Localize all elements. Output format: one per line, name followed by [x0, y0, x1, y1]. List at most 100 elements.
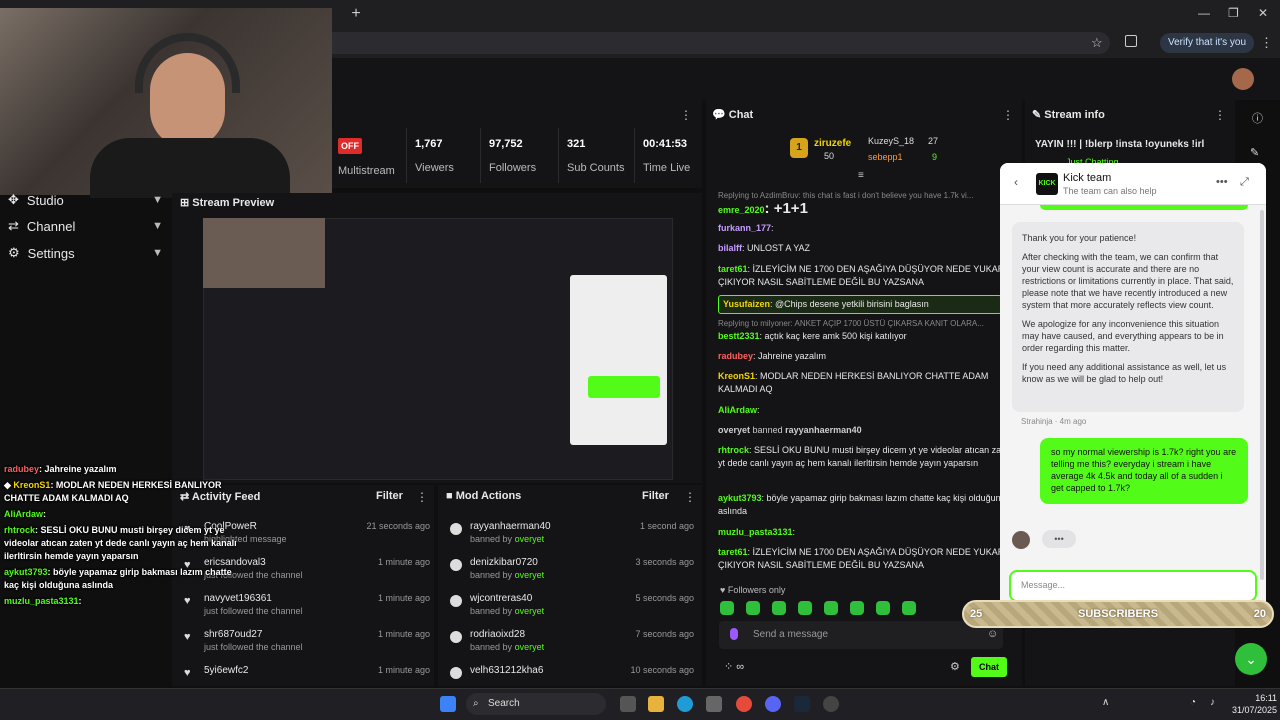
chrome-icon[interactable]	[736, 696, 752, 712]
edit-icon[interactable]: ✎	[1250, 146, 1259, 159]
moderator-name: overyet	[514, 570, 545, 580]
emote-icon[interactable]	[824, 601, 838, 615]
nav-channel[interactable]: ⇄ Channel ▼	[8, 215, 163, 237]
wifi-icon[interactable]: ◔	[1190, 697, 1196, 708]
mic-icon[interactable]	[730, 628, 738, 640]
maximize-icon[interactable]: ❐	[1228, 6, 1239, 20]
emote-icon[interactable]	[772, 601, 786, 615]
chat-user[interactable]: radubey	[718, 351, 753, 361]
chat-message[interactable]: radubey: Jahreine yazalım	[718, 350, 1018, 363]
widget-more-icon[interactable]: •••	[1216, 176, 1228, 188]
infinity-icon[interactable]: ⁘ ∞	[724, 660, 744, 673]
banned-target[interactable]: rayyanhaerman40	[785, 425, 862, 435]
volume-icon[interactable]: ♪	[1210, 697, 1215, 708]
mod-filter-button[interactable]: Filter	[642, 490, 669, 502]
chat-settings-gear-icon[interactable]: ⚙	[950, 660, 960, 673]
chat-menu-icon[interactable]: ⋮	[1002, 108, 1014, 122]
list-item[interactable]: ♥ shr687oud27 just followed the channel …	[184, 627, 430, 663]
close-icon[interactable]: ✕	[1258, 6, 1268, 20]
chat-input-placeholder[interactable]: Send a message	[753, 629, 828, 640]
chat-user[interactable]: AliArdaw	[718, 405, 757, 415]
chat-user[interactable]: overyet	[718, 425, 750, 435]
overlay-chat: radubey: Jahreine yazalım ◆ KreonS1: MOD…	[4, 463, 244, 608]
chat-message[interactable]: aykut3793: böyle yapamaz girip bakması l…	[718, 492, 1018, 518]
top-gifter-name[interactable]: ziruzefe	[814, 138, 851, 149]
activity-filter-button[interactable]: Filter	[376, 490, 403, 502]
chat-message-highlighted[interactable]: Yusufaizen: @Chips desene yetkili birisi…	[718, 295, 1002, 314]
mod-menu-icon[interactable]: ⋮	[684, 490, 696, 504]
chat-message[interactable]: taret61: İZLEYİCİM NE 1700 DEN AŞAĞIYA D…	[718, 263, 1018, 289]
reply-paragraph: If you need any additional assistance as…	[1022, 362, 1227, 384]
chat-user[interactable]: KreonS1	[718, 371, 755, 381]
widget-scrollbar[interactable]	[1260, 210, 1264, 580]
stream-info-menu-icon[interactable]: ⋮	[1214, 108, 1226, 122]
table-row[interactable]: velh631212kha6 10 seconds ago	[450, 663, 694, 683]
emote-icon[interactable]	[798, 601, 812, 615]
chat-message[interactable]: Replying to milyoner: ANKET AÇIP 1700 ÜS…	[718, 317, 1018, 343]
tray-chevron-icon[interactable]: ∧	[1102, 697, 1109, 708]
store-icon[interactable]	[706, 696, 722, 712]
table-row[interactable]: wjcontreras40 banned by overyet 5 second…	[450, 591, 694, 627]
gifter-3-name[interactable]: sebepp1	[868, 152, 903, 162]
emote-icon[interactable]	[850, 601, 864, 615]
emote-icon[interactable]	[876, 601, 890, 615]
chat-message[interactable]: KreonS1: MODLAR NEDEN HERKESİ BANLIYOR C…	[718, 370, 1018, 396]
minimize-icon[interactable]: —	[1198, 6, 1210, 20]
browser-menu-icon[interactable]: ⋮	[1260, 35, 1273, 51]
task-view-icon[interactable]	[620, 696, 636, 712]
chat-user[interactable]: muzlu_pasta3131	[718, 527, 793, 537]
bookmark-star-icon[interactable]: ☆	[1091, 35, 1103, 51]
chat-user[interactable]: taret61	[718, 264, 748, 274]
emote-icon[interactable]	[746, 601, 760, 615]
chat-user[interactable]: bilalff	[718, 243, 742, 253]
chat-user[interactable]: furkann_177	[718, 223, 771, 233]
chat-send-button[interactable]: Chat	[971, 657, 1007, 677]
emote-icon[interactable]	[902, 601, 916, 615]
table-row[interactable]: denizkibar0720 banned by overyet 3 secon…	[450, 555, 694, 591]
info-icon[interactable]: ⓘ	[1252, 110, 1263, 126]
discord-icon[interactable]	[765, 696, 781, 712]
chat-message[interactable]: AliArdaw:	[718, 404, 1018, 417]
collapse-icon[interactable]: ≡	[858, 170, 864, 181]
file-explorer-icon[interactable]	[648, 696, 664, 712]
chat-user[interactable]: rhtrock	[718, 445, 749, 455]
new-tab-button[interactable]: +	[346, 4, 366, 24]
ban-icon	[450, 667, 462, 679]
taskbar-search[interactable]: ⌕ Search	[466, 693, 606, 715]
chat-user[interactable]: bestt2331	[718, 331, 760, 341]
verify-profile-button[interactable]: Verify that it's you	[1160, 33, 1255, 53]
gifter-2-name[interactable]: KuzeyS_18	[868, 136, 914, 146]
table-row[interactable]: rodriaoixd28 banned by overyet 7 seconds…	[450, 627, 694, 663]
chat-message[interactable]: Replying to AzdimBruv: this chat is fast…	[718, 189, 1018, 217]
chat-message[interactable]: bilalff: UNLOST A YAZ	[718, 242, 1018, 255]
taskbar-clock[interactable]: 16:11 31/07/2025	[1232, 692, 1277, 716]
nav-settings[interactable]: ⚙ Settings ▼	[8, 242, 163, 264]
chat-user[interactable]: Yusufaizen	[723, 299, 770, 309]
chat-message[interactable]: furkann_177:	[718, 222, 1018, 235]
support-message-input[interactable]: Message...	[1009, 570, 1257, 602]
windows-start-icon[interactable]	[440, 696, 456, 712]
chat-message[interactable]: muzlu_pasta3131:	[718, 526, 1018, 539]
back-icon[interactable]: ‹	[1014, 175, 1018, 189]
emoji-icon[interactable]: ☺	[987, 628, 998, 640]
address-bar[interactable]	[320, 32, 1110, 54]
chat-user[interactable]: emre_2020	[718, 205, 765, 215]
table-row[interactable]: rayyanhaerman40 banned by overyet 1 seco…	[450, 519, 694, 555]
chevron-down-icon[interactable]: ⌄	[1235, 643, 1267, 675]
chat-message[interactable]: taret61: İZLEYİCİM NE 1700 DEN AŞAĞIYA D…	[718, 546, 1018, 572]
avatar[interactable]	[1232, 68, 1254, 90]
activity-menu-icon[interactable]: ⋮	[416, 490, 428, 504]
steam-icon[interactable]	[794, 696, 810, 712]
chat-user[interactable]: aykut3793	[718, 493, 762, 503]
nav-studio[interactable]: ✥ Studio ▼	[8, 189, 163, 211]
extensions-icon[interactable]	[1125, 35, 1137, 47]
stats-menu-icon[interactable]: ⋮	[680, 108, 692, 122]
emote-icon[interactable]	[720, 601, 734, 615]
chat-message[interactable]: rhtrock: SESLİ OKU BUNU musti birşey dic…	[718, 444, 1018, 470]
multistream-label[interactable]: Multistream	[338, 165, 395, 177]
app-icon[interactable]	[823, 696, 839, 712]
list-item[interactable]: ♥ 5yi6ewfc2 1 minute ago	[184, 663, 430, 683]
chat-user[interactable]: taret61	[718, 547, 748, 557]
edge-icon[interactable]	[677, 696, 693, 712]
expand-icon[interactable]: ⤢	[1240, 176, 1249, 189]
